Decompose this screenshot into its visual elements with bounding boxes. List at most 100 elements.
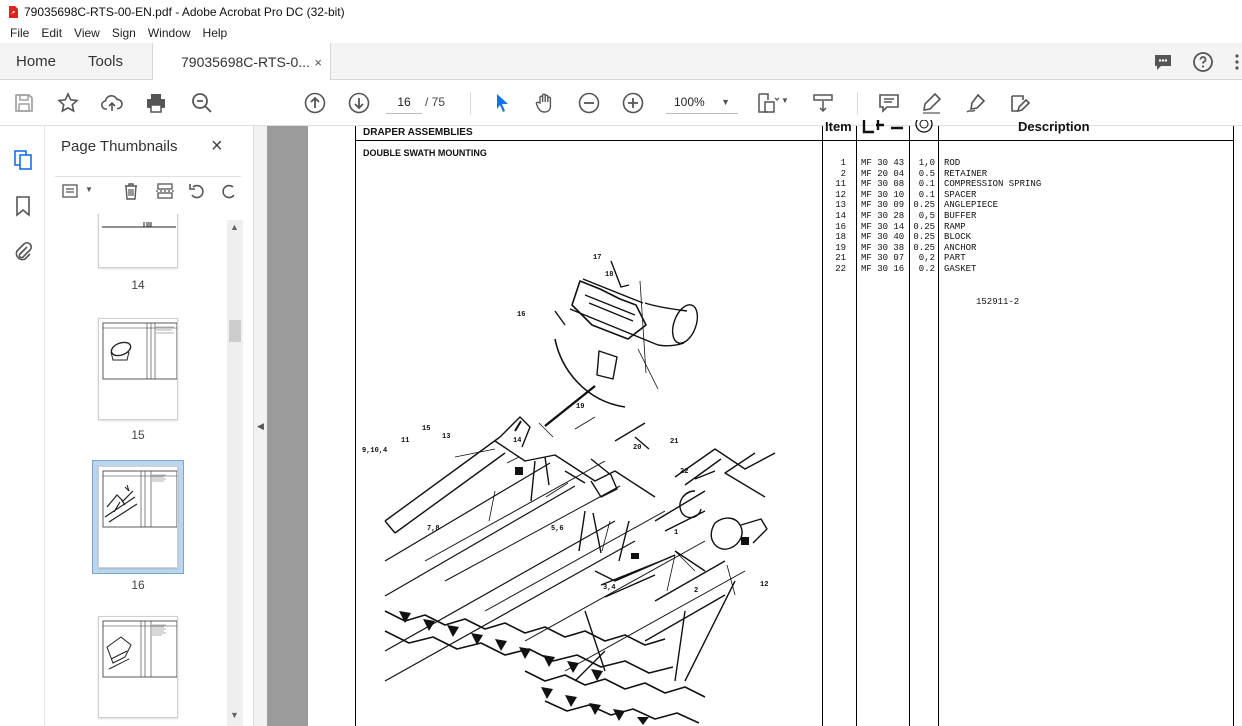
scroll-down-icon[interactable]: ▼ bbox=[230, 710, 239, 720]
parts-cell-desc: COMPRESSION SPRING bbox=[944, 179, 1042, 190]
menu-file[interactable]: File bbox=[4, 26, 35, 40]
divider bbox=[822, 126, 823, 726]
callout-label: 16 bbox=[517, 311, 526, 319]
chevron-down-icon[interactable]: ▼ bbox=[781, 96, 789, 105]
highlight-pen-icon[interactable] bbox=[920, 91, 944, 115]
bookmark-star-icon[interactable] bbox=[56, 91, 80, 115]
parts-cell-item: 22 bbox=[835, 264, 846, 274]
rotate-left-icon[interactable] bbox=[187, 181, 207, 201]
figure-reference: 152911-2 bbox=[976, 297, 1020, 307]
thumbnail-preview bbox=[102, 222, 176, 228]
panel-splitter[interactable]: ◀ bbox=[253, 126, 267, 726]
close-panel-icon[interactable]: × bbox=[211, 135, 223, 158]
help-icon[interactable] bbox=[1192, 51, 1214, 73]
menu-window[interactable]: Window bbox=[142, 26, 197, 40]
options-menu-icon[interactable] bbox=[61, 181, 81, 201]
thumbnail-page-15[interactable] bbox=[98, 318, 178, 420]
select-cursor-icon[interactable] bbox=[490, 91, 514, 115]
parts-cell-qty: 0.2 bbox=[918, 264, 935, 274]
quantity-header-icon bbox=[915, 120, 933, 133]
parts-cell-ref: MF 30 09 bbox=[861, 200, 905, 211]
thumbnail-scrollbar[interactable]: ▲ ▼ bbox=[227, 220, 243, 726]
parts-cell-ref: MF 30 08 bbox=[861, 179, 905, 190]
callout-label: 17 bbox=[593, 254, 602, 262]
thumbnail-page-14[interactable] bbox=[98, 214, 178, 268]
parts-cell-ref: MF 30 40 bbox=[861, 232, 905, 243]
tab-bar: Home Tools 79035698C-RTS-0... × bbox=[0, 43, 1242, 81]
parts-cell-desc: BLOCK bbox=[944, 232, 972, 243]
column-header-description: Description bbox=[1018, 119, 1090, 134]
menu-help[interactable]: Help bbox=[197, 26, 234, 40]
tab-home[interactable]: Home bbox=[16, 43, 56, 80]
menu-bar: File Edit View Sign Window Help bbox=[0, 23, 1242, 43]
acrobat-pdf-icon bbox=[9, 5, 18, 18]
tab-document-label: 79035698C-RTS-0... bbox=[181, 54, 310, 70]
save-icon[interactable] bbox=[12, 91, 36, 115]
previous-page-icon[interactable] bbox=[303, 91, 327, 115]
scroll-mode-icon[interactable] bbox=[811, 91, 835, 115]
menu-sign[interactable]: Sign bbox=[106, 26, 142, 40]
upload-cloud-icon[interactable] bbox=[100, 91, 124, 115]
extract-page-icon[interactable] bbox=[155, 181, 175, 201]
edit-text-icon[interactable] bbox=[1008, 91, 1032, 115]
menu-edit[interactable]: Edit bbox=[35, 26, 68, 40]
pdf-page: DRAPER ASSEMBLIES DOUBLE SWATH MOUNTING … bbox=[308, 119, 1242, 726]
callout-label: 19 bbox=[576, 403, 585, 411]
parts-cell-item: 12 bbox=[835, 189, 846, 200]
rotate-right-icon[interactable] bbox=[219, 181, 239, 201]
chevron-down-icon[interactable]: ▼ bbox=[85, 185, 93, 194]
exploded-view-drawing bbox=[384, 260, 776, 725]
column-header-item: Item bbox=[825, 119, 852, 134]
parts-cell-ref: MF 20 04 bbox=[861, 168, 905, 179]
next-page-icon[interactable] bbox=[347, 91, 371, 115]
callout-label: 11 bbox=[401, 437, 410, 445]
zoom-in-icon[interactable] bbox=[621, 91, 645, 115]
tab-tools[interactable]: Tools bbox=[88, 43, 123, 80]
parts-cell-desc: BUFFER bbox=[944, 211, 977, 221]
parts-cell-item: 11 bbox=[835, 179, 846, 190]
parts-cell-qty: 0,5 bbox=[918, 211, 935, 221]
thumbnail-page-17[interactable] bbox=[98, 616, 178, 718]
zoom-out-icon[interactable] bbox=[577, 91, 601, 115]
thumbnail-page-16[interactable] bbox=[98, 466, 178, 568]
thumbnail-preview bbox=[102, 620, 178, 678]
attachments-icon[interactable] bbox=[11, 240, 35, 264]
callout-label: 18 bbox=[605, 271, 614, 279]
zoom-select[interactable]: 100% ▼ bbox=[666, 90, 738, 114]
sign-pen-icon[interactable] bbox=[964, 91, 988, 115]
more-options-icon[interactable] bbox=[1226, 51, 1242, 73]
left-nav-rail bbox=[0, 126, 45, 726]
page-thumbnails-icon[interactable] bbox=[11, 148, 35, 172]
comment-bubble-icon[interactable] bbox=[1152, 51, 1174, 73]
bookmarks-icon[interactable] bbox=[11, 194, 35, 218]
divider bbox=[938, 126, 939, 726]
menu-view[interactable]: View bbox=[68, 26, 106, 40]
window-title: 79035698C-RTS-00-EN.pdf - Adobe Acrobat … bbox=[24, 4, 345, 19]
page-fit-icon[interactable] bbox=[755, 91, 780, 115]
hand-tool-icon[interactable] bbox=[533, 91, 557, 115]
scroll-thumb[interactable] bbox=[229, 320, 241, 342]
parts-cell-desc: GASKET bbox=[944, 264, 977, 274]
callout-label: 3,4 bbox=[603, 584, 616, 592]
zoom-search-icon[interactable] bbox=[190, 91, 214, 115]
thumbnail-list: 14 15 16 bbox=[45, 214, 227, 726]
callout-label: 14 bbox=[513, 437, 522, 445]
parts-cell-ref: MF 30 10 bbox=[861, 189, 905, 200]
tab-document[interactable]: 79035698C-RTS-0... × bbox=[152, 43, 331, 81]
parts-cell-qty: 0,2 bbox=[918, 253, 935, 264]
close-tab-icon[interactable]: × bbox=[314, 55, 322, 70]
parts-cell-qty: 0.5 bbox=[918, 168, 935, 179]
page-number-input[interactable]: 16 bbox=[386, 90, 422, 114]
callout-label: 15 bbox=[422, 425, 431, 433]
collapse-panel-icon[interactable]: ◀ bbox=[257, 421, 264, 432]
scroll-up-icon[interactable]: ▲ bbox=[230, 222, 239, 232]
section-title: DRAPER ASSEMBLIES bbox=[363, 127, 473, 138]
add-comment-icon[interactable] bbox=[877, 91, 901, 115]
print-icon[interactable] bbox=[144, 91, 168, 115]
parts-cell-item: 2 bbox=[840, 168, 846, 179]
delete-page-icon[interactable] bbox=[121, 181, 141, 201]
parts-cell-item: 1 bbox=[840, 158, 846, 168]
callout-label: 2 bbox=[694, 587, 699, 595]
parts-cell-item: 18 bbox=[835, 232, 846, 243]
title-bar: 79035698C-RTS-00-EN.pdf - Adobe Acrobat … bbox=[0, 0, 1242, 23]
